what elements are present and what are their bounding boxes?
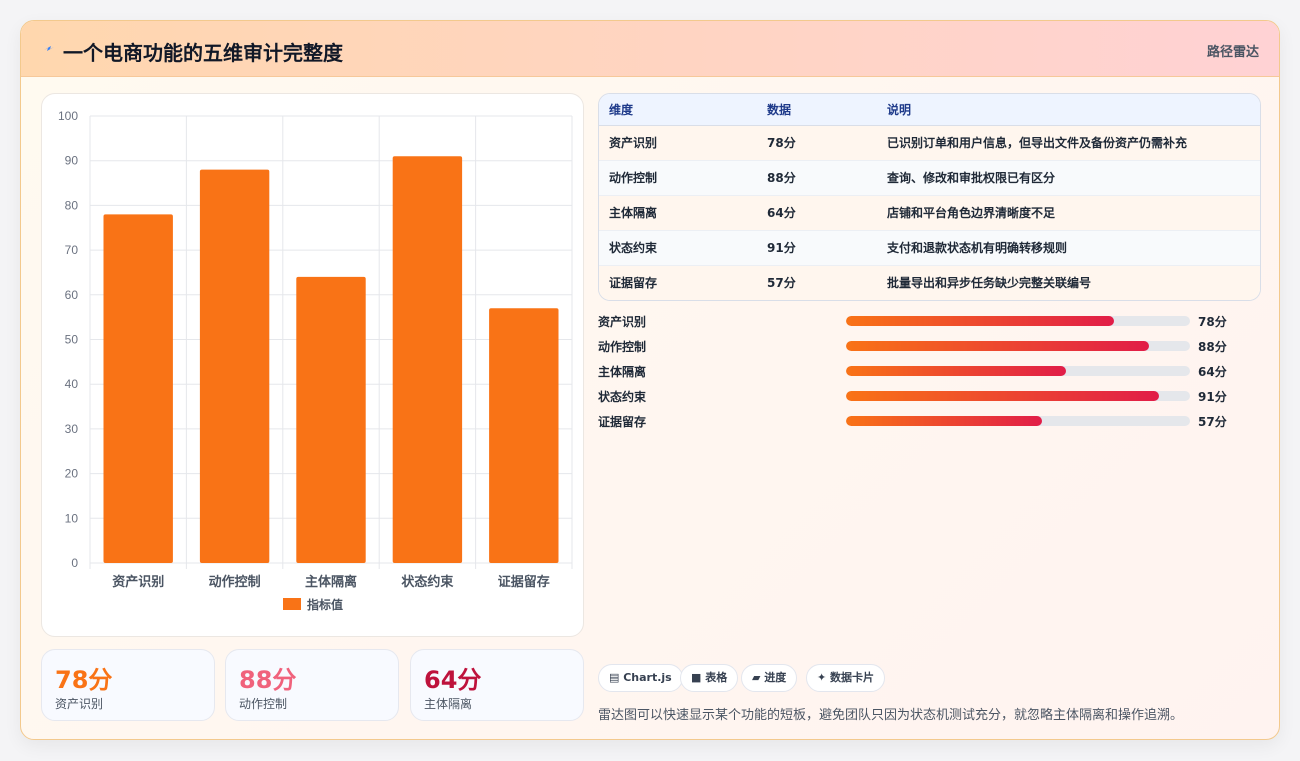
- x-tick-label: 动作控制: [209, 574, 261, 590]
- table-cell: 91分: [767, 241, 796, 255]
- stat-value: 88分: [239, 666, 297, 694]
- progress-track: [846, 391, 1190, 401]
- table-cell: 已识别订单和用户信息，但导出文件及备份资产仍需补充: [887, 136, 1188, 150]
- y-tick-label: 20: [65, 467, 79, 481]
- x-tick-label: 资产识别: [112, 574, 164, 590]
- y-tick-label: 30: [65, 422, 79, 436]
- y-tick-label: 90: [65, 154, 79, 168]
- y-tick-label: 100: [58, 109, 78, 123]
- table-row: 动作控制 88分 查询、修改和审批权限已有区分: [599, 161, 1260, 196]
- chip-chartjs[interactable]: ▤ Chart.js: [598, 664, 683, 692]
- bar: [296, 276, 366, 563]
- y-tick-label: 10: [65, 511, 79, 525]
- bar-chart: 0 10 20 30 40 50 60 70 80 90 100 资产识别 动作控制 主体隔离 状态约束 证据…: [58, 109, 573, 612]
- progress-track: [846, 366, 1190, 376]
- progress-track: [846, 341, 1190, 351]
- table-cell: 57分: [767, 276, 796, 290]
- x-tick-label: 证据留存: [498, 574, 550, 590]
- table-cell: 批量导出和异步任务缺少完整关联编号: [887, 276, 1092, 290]
- progress-value: 64分: [1198, 365, 1227, 379]
- progress-fill: [846, 391, 1160, 401]
- progress-list: 资产识别 78分 动作控制 88分 主体隔离 64分 状态约束 91分 证据留存…: [598, 311, 1261, 431]
- progress-label: 主体隔离: [598, 365, 647, 379]
- stat-cards: 78分 资产识别 88分 动作控制 64分 主体隔离: [41, 649, 584, 721]
- bar: [392, 156, 463, 564]
- table-cell: 状态约束: [609, 241, 658, 255]
- x-tick-label: 状态约束: [401, 574, 454, 590]
- table-cell: 64分: [767, 206, 796, 220]
- progress-track: [846, 316, 1190, 326]
- stat-label: 动作控制: [239, 697, 288, 711]
- y-tick-label: 40: [65, 377, 79, 391]
- progress-label: 动作控制: [598, 340, 647, 354]
- summary-note: 雷达图可以快速显示某个功能的短板，避免团队只因为状态机测试充分，就忽略主体隔离和…: [598, 708, 1184, 723]
- progress-item: 证据留存 57分: [598, 411, 1261, 431]
- table-cell: 资产识别: [609, 136, 658, 150]
- legend-swatch: [283, 598, 301, 610]
- card-header: 一个电商功能的五维审计完整度 路径雷达: [21, 21, 1279, 77]
- table-row: 证据留存 57分 批量导出和异步任务缺少完整关联编号: [599, 266, 1260, 300]
- y-tick-label: 80: [65, 198, 79, 212]
- column-header: 说明: [887, 103, 912, 117]
- progress-value: 78分: [1198, 315, 1227, 329]
- stat-card: 88分 动作控制: [225, 649, 399, 721]
- progress-value: 88分: [1198, 340, 1227, 354]
- header-tag[interactable]: 路径雷达: [1207, 41, 1259, 60]
- y-tick-label: 0: [71, 556, 78, 570]
- bar-chart-panel: 0 10 20 30 40 50 60 70 80 90 100 资产识别 动作控制 主体隔离 状态约束 证据…: [41, 93, 584, 637]
- y-tick-label: 50: [65, 333, 79, 347]
- progress-fill: [846, 416, 1043, 426]
- stat-value: 78分: [55, 666, 113, 694]
- progress-value: 91分: [1198, 390, 1227, 404]
- table-row: 状态约束 91分 支付和退款状态机有明确转移规则: [599, 231, 1260, 266]
- y-tick-label: 60: [65, 288, 79, 302]
- table-cell: 支付和退款状态机有明确转移规则: [887, 241, 1068, 255]
- bar: [199, 169, 270, 563]
- x-tick-label: 主体隔离: [305, 574, 357, 590]
- column-header: 维度: [609, 103, 634, 117]
- y-tick-label: 70: [65, 243, 79, 257]
- stat-card: 64分 主体隔离: [410, 649, 584, 721]
- chip-progress[interactable]: ▰ 进度: [741, 664, 798, 692]
- table-header: 维度 数据 说明: [599, 94, 1260, 126]
- progress-fill: [846, 316, 1115, 326]
- progress-item: 状态约束 91分: [598, 386, 1261, 406]
- table-cell: 查询、修改和审批权限已有区分: [887, 171, 1056, 185]
- stat-card: 78分 资产识别: [41, 649, 215, 721]
- progress-label: 证据留存: [598, 415, 647, 429]
- legend-label: 指标值: [307, 597, 343, 612]
- table-cell: 88分: [767, 171, 796, 185]
- progress-label: 资产识别: [598, 315, 647, 329]
- chip-data-card[interactable]: ✦ 数据卡片: [806, 664, 886, 692]
- progress-item: 动作控制 88分: [598, 336, 1261, 356]
- progress-label: 状态约束: [598, 390, 647, 404]
- chip-table[interactable]: ■ 表格: [680, 664, 739, 692]
- table-cell: 店铺和平台角色边界清晰度不足: [887, 206, 1056, 220]
- dashboard-card: 一个电商功能的五维审计完整度 路径雷达 0 10 20 30 40 50 60 70 80 90 1…: [20, 20, 1280, 740]
- table-row: 资产识别 78分 已识别订单和用户信息，但导出文件及备份资产仍需补充: [599, 126, 1260, 161]
- table-cell: 动作控制: [609, 171, 658, 185]
- table-cell: 证据留存: [609, 276, 658, 290]
- progress-item: 主体隔离 64分: [598, 361, 1261, 381]
- bar: [489, 308, 559, 563]
- lightning-icon: [44, 46, 54, 51]
- table-row: 主体隔离 64分 店铺和平台角色边界清晰度不足: [599, 196, 1260, 231]
- column-header: 数据: [767, 103, 792, 117]
- table-cell: 主体隔离: [609, 206, 658, 220]
- stat-label: 主体隔离: [424, 697, 473, 711]
- progress-fill: [846, 341, 1149, 351]
- progress-track: [846, 416, 1190, 426]
- progress-value: 57分: [1198, 415, 1227, 429]
- audit-table: 维度 数据 说明 资产识别 78分 已识别订单和用户信息，但导出文件及备份资产仍…: [598, 93, 1261, 301]
- bar: [103, 214, 173, 563]
- stat-label: 资产识别: [55, 697, 104, 711]
- progress-item: 资产识别 78分: [598, 311, 1261, 331]
- stat-value: 64分: [424, 666, 482, 694]
- page-title: 一个电商功能的五维审计完整度: [63, 41, 343, 65]
- table-cell: 78分: [767, 136, 796, 150]
- progress-fill: [846, 366, 1067, 376]
